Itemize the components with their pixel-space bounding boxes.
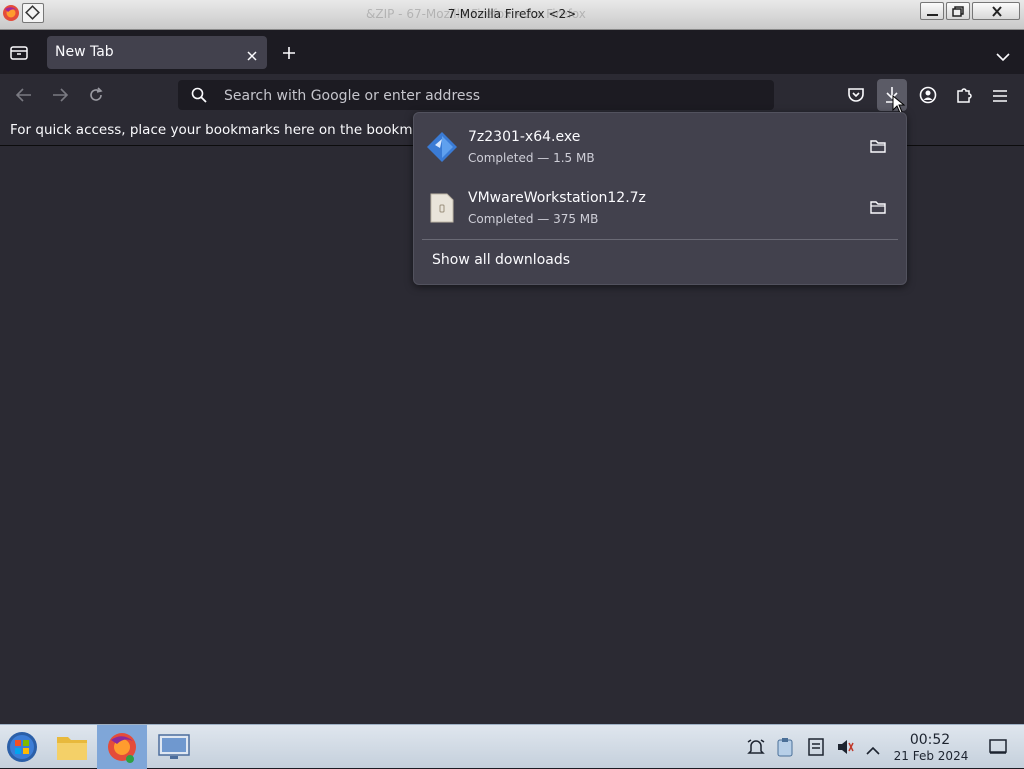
minimize-button[interactable]	[920, 2, 944, 20]
maximize-button[interactable]	[946, 2, 970, 20]
download-filename: 7z2301-x64.exe	[468, 129, 581, 145]
folder-icon[interactable]	[870, 199, 886, 218]
taskbar-file-manager[interactable]	[48, 725, 96, 769]
taskbar-firefox[interactable]	[97, 725, 147, 769]
start-button[interactable]	[0, 725, 48, 769]
folder-icon[interactable]	[870, 138, 886, 157]
tab-label: New Tab	[55, 44, 114, 60]
taskbar: 00:52 21 Feb 2024	[0, 724, 1024, 769]
remote-desktop-icon	[158, 733, 190, 765]
window-titlebar[interactable]: &ZIP - 67-Mozilla Firefox <2> Firefox 7-…	[0, 0, 1024, 30]
new-tab-icon[interactable]	[282, 45, 296, 64]
back-arrow-icon[interactable]	[15, 87, 33, 107]
start-orb-icon	[6, 731, 38, 767]
show-desktop-icon[interactable]	[989, 739, 1007, 759]
reload-icon[interactable]	[88, 87, 104, 107]
show-all-downloads-button[interactable]: Show all downloads	[432, 252, 570, 268]
close-window-button[interactable]	[972, 2, 1020, 20]
storage-tray-icon[interactable]	[808, 738, 824, 760]
clock-time[interactable]: 00:52	[900, 732, 960, 748]
downloads-panel: 7z2301-x64.exe Completed — 1.5 MB VMware…	[413, 112, 907, 285]
download-status: Completed — 375 MB	[468, 212, 599, 226]
firefox-view-icon[interactable]	[10, 44, 28, 64]
address-bar[interactable]	[178, 80, 774, 110]
search-input[interactable]	[222, 84, 746, 108]
clipboard-tray-icon[interactable]	[777, 737, 793, 761]
clock-date[interactable]: 21 Feb 2024	[884, 749, 978, 763]
download-filename: VMwareWorkstation12.7z	[468, 190, 646, 206]
tab-new-tab[interactable]: New Tab	[47, 36, 267, 69]
account-icon[interactable]	[919, 86, 937, 108]
taskbar-remote-desktop[interactable]	[150, 725, 198, 769]
close-tab-icon[interactable]	[246, 47, 258, 66]
archive-file-icon	[430, 193, 454, 227]
exe-file-icon	[426, 131, 458, 167]
download-item[interactable]: VMwareWorkstation12.7z Completed — 375 M…	[422, 181, 898, 237]
search-icon	[191, 87, 207, 107]
extensions-icon[interactable]	[955, 86, 973, 108]
volume-muted-icon[interactable]	[836, 738, 854, 760]
notifications-bell-icon[interactable]	[747, 738, 765, 760]
forward-arrow-icon[interactable]	[51, 87, 69, 107]
downloads-button[interactable]	[877, 79, 907, 114]
folder-icon	[56, 733, 88, 765]
download-item[interactable]: 7z2301-x64.exe Completed — 1.5 MB	[422, 120, 898, 176]
tray-expand-icon[interactable]	[866, 741, 880, 760]
firefox-logo-icon	[106, 731, 138, 767]
download-status: Completed — 1.5 MB	[468, 151, 595, 165]
window-title: 7-Mozilla Firefox <2>	[447, 7, 577, 21]
panel-separator	[422, 239, 898, 240]
bookmarks-empty-message: For quick access, place your bookmarks h…	[10, 122, 421, 138]
list-all-tabs-icon[interactable]	[996, 47, 1010, 66]
pocket-icon[interactable]	[847, 87, 865, 107]
app-menu-icon[interactable]	[992, 88, 1008, 107]
